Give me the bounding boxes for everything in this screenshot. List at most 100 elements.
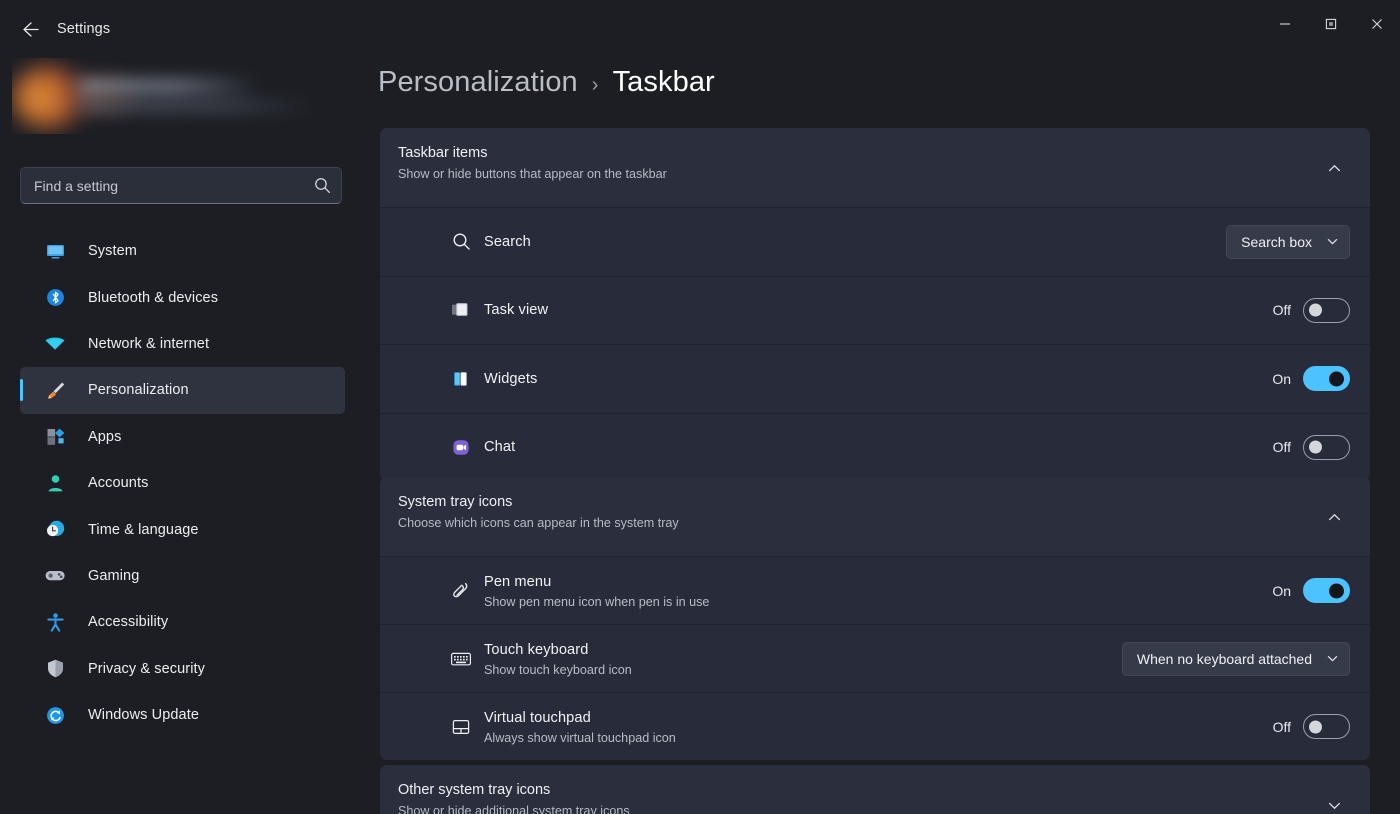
chevron-up-icon[interactable] [1320, 503, 1348, 531]
minimize-icon [1280, 23, 1290, 25]
paintbrush-icon [42, 378, 68, 402]
row-touch-keyboard[interactable]: Touch keyboard Show touch keyboard icon … [380, 624, 1370, 692]
task-view-icon [448, 297, 474, 323]
breadcrumb: Personalization › Taskbar [378, 66, 715, 99]
gamepad-icon [42, 564, 68, 588]
main-content: Personalization › Taskbar Taskbar items … [362, 50, 1400, 814]
keyboard-icon [448, 646, 474, 672]
back-button[interactable] [14, 13, 46, 45]
toggle-state-label: Off [1272, 718, 1291, 735]
window-controls [1262, 0, 1400, 48]
avatar-glow [52, 70, 142, 120]
sidebar-item-label: Accounts [88, 475, 149, 492]
apps-icon [42, 425, 68, 449]
user-profile-blurred[interactable] [12, 58, 342, 134]
chevron-up-icon[interactable] [1320, 154, 1348, 182]
close-button[interactable] [1354, 0, 1400, 48]
row-title: Touch keyboard [484, 641, 589, 658]
touch-keyboard-dropdown[interactable]: When no keyboard attached [1121, 641, 1350, 676]
search-mode-dropdown[interactable]: Search box [1226, 224, 1350, 259]
sidebar-item-label: Personalization [88, 382, 189, 399]
search-icon [448, 229, 474, 255]
sidebar-item-label: System [88, 243, 137, 260]
sidebar-item-label: Privacy & security [88, 660, 206, 677]
row-title: Widgets [484, 370, 538, 387]
search-input[interactable] [21, 177, 303, 194]
row-title: Search [484, 233, 531, 250]
person-icon [42, 471, 68, 495]
toggle-state-label: Off [1272, 302, 1291, 319]
chevron-down-icon [1327, 239, 1338, 245]
row-title: Virtual touchpad [484, 709, 591, 726]
accessibility-icon [42, 610, 68, 634]
update-icon [42, 703, 68, 727]
sidebar-item-label: Time & language [88, 521, 199, 538]
section-header[interactable]: System tray icons Choose which icons can… [380, 477, 1370, 556]
wifi-icon [42, 332, 68, 356]
profile-name-blurred [78, 79, 260, 94]
search-box[interactable] [20, 167, 342, 204]
section-subtitle: Choose which icons can appear in the sys… [398, 516, 679, 530]
sidebar-item-privacy-security[interactable]: Privacy & security [20, 646, 345, 692]
minimize-button[interactable] [1262, 0, 1308, 48]
section-header[interactable]: Other system tray icons Show or hide add… [380, 765, 1370, 814]
widgets-icon [448, 366, 474, 392]
sidebar-item-system[interactable]: System [20, 228, 345, 274]
chat-toggle[interactable] [1303, 434, 1350, 460]
row-pen-menu[interactable]: Pen menu Show pen menu icon when pen is … [380, 556, 1370, 624]
sidebar-item-gaming[interactable]: Gaming [20, 553, 345, 599]
section-title: Taskbar items [398, 145, 488, 161]
dropdown-value: When no keyboard attached [1136, 650, 1312, 667]
sidebar-item-label: Gaming [88, 567, 140, 584]
profile-email-blurred [78, 100, 316, 112]
back-arrow-icon [22, 21, 39, 37]
row-task-view[interactable]: Task view Off [380, 275, 1370, 345]
maximize-icon [1325, 18, 1337, 30]
breadcrumb-parent-link[interactable]: Personalization [378, 66, 578, 99]
sidebar-item-accounts[interactable]: Accounts [20, 460, 345, 506]
sidebar-item-bluetooth-devices[interactable]: Bluetooth & devices [20, 274, 345, 320]
monitor-icon [42, 239, 68, 263]
section-system-tray-icons: System tray icons Choose which icons can… [380, 477, 1370, 760]
row-subtitle: Show touch keyboard icon [484, 662, 632, 677]
pen-menu-toggle[interactable] [1303, 578, 1350, 603]
toggle-state-label: On [1272, 582, 1291, 599]
toggle-state-label: Off [1272, 439, 1291, 456]
sidebar-item-apps[interactable]: Apps [20, 414, 345, 460]
sidebar-item-label: Windows Update [88, 707, 200, 724]
sidebar-item-personalization[interactable]: Personalization [20, 367, 345, 414]
section-subtitle: Show or hide buttons that appear on the … [398, 167, 667, 181]
clock-icon [42, 518, 68, 542]
section-taskbar-items: Taskbar items Show or hide buttons that … [380, 128, 1370, 481]
chevron-down-icon[interactable] [1320, 791, 1348, 814]
widgets-toggle[interactable] [1303, 366, 1350, 392]
maximize-button[interactable] [1308, 0, 1354, 48]
row-title: Chat [484, 439, 516, 456]
shield-icon [42, 657, 68, 681]
toggle-state-label: On [1272, 370, 1291, 387]
section-other-system-tray-icons: Other system tray icons Show or hide add… [380, 765, 1370, 814]
section-header[interactable]: Taskbar items Show or hide buttons that … [380, 128, 1370, 207]
row-chat[interactable]: Chat Off [380, 412, 1370, 482]
pen-icon [448, 578, 474, 604]
sidebar-item-label: Apps [88, 428, 122, 445]
sidebar-item-time-language[interactable]: Time & language [20, 506, 345, 552]
close-icon [1372, 19, 1382, 29]
sidebar-item-label: Accessibility [88, 614, 169, 631]
sidebar-item-network-internet[interactable]: Network & internet [20, 321, 345, 367]
sidebar: System Bluetooth & devices Network & int… [0, 50, 362, 814]
chat-icon [448, 434, 474, 460]
bluetooth-icon [42, 286, 68, 310]
row-subtitle: Show pen menu icon when pen is in use [484, 594, 710, 609]
task-view-toggle[interactable] [1303, 297, 1350, 323]
sidebar-item-accessibility[interactable]: Accessibility [20, 599, 345, 645]
row-virtual-touchpad[interactable]: Virtual touchpad Always show virtual tou… [380, 692, 1370, 760]
sidebar-item-windows-update[interactable]: Windows Update [20, 692, 345, 738]
virtual-touchpad-toggle[interactable] [1303, 714, 1350, 739]
app-title: Settings [57, 21, 111, 37]
section-title: Other system tray icons [398, 782, 551, 798]
chevron-down-icon [1327, 656, 1338, 662]
row-title: Pen menu [484, 573, 552, 590]
row-search[interactable]: Search Search box [380, 207, 1370, 276]
row-widgets[interactable]: Widgets On [380, 344, 1370, 413]
